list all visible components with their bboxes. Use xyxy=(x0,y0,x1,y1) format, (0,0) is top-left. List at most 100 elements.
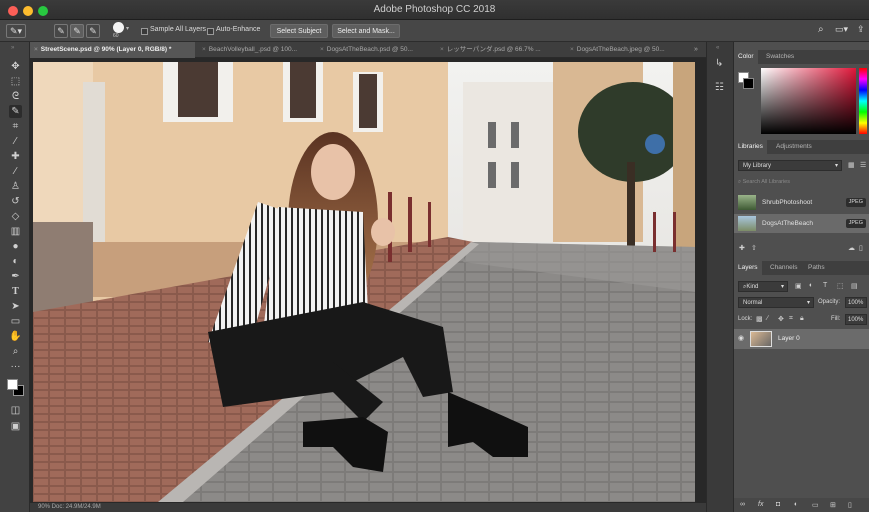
adjustment-layer-icon[interactable]: ◐ xyxy=(794,501,798,508)
library-item[interactable]: DogsAtTheBeach JPEG xyxy=(734,214,869,233)
lock-artboard-icon[interactable]: ⌗ xyxy=(789,315,793,323)
panel-collapse-icon[interactable]: « xyxy=(716,45,719,51)
search-placeholder: Search All Libraries xyxy=(742,179,790,185)
subtract-from-selection-icon[interactable]: ✎ xyxy=(86,24,100,38)
hue-slider[interactable] xyxy=(859,68,867,134)
link-layers-icon[interactable]: ∞ xyxy=(740,501,745,508)
clone-stamp-tool-icon[interactable]: ♙ xyxy=(9,180,22,193)
tab-dogsatthebeach-jpeg[interactable]: × DogsAtTheBeach.jpeg @ 50... xyxy=(566,42,692,58)
lasso-tool-icon[interactable]: ᘓ xyxy=(9,90,22,103)
tab-libraries[interactable]: Libraries xyxy=(734,140,767,154)
history-brush-tool-icon[interactable]: ↺ xyxy=(9,195,22,208)
new-selection-icon[interactable]: ✎ xyxy=(54,24,68,38)
tab-adjustments[interactable]: Adjustments xyxy=(772,140,816,154)
upload-icon[interactable]: ⇧ xyxy=(751,244,757,252)
tab-streetscene[interactable]: × StreetScene.psd @ 90% (Layer 0, RGB/8) … xyxy=(30,42,195,58)
more-tools-icon[interactable]: ··· xyxy=(9,360,22,373)
close-tab-icon[interactable]: × xyxy=(570,46,574,53)
street-scene-photo[interactable] xyxy=(33,62,695,502)
search-icon[interactable]: ⌕ xyxy=(818,24,824,35)
close-tab-icon[interactable]: × xyxy=(440,46,444,53)
tabs-overflow-icon[interactable]: » xyxy=(694,42,698,58)
add-to-selection-icon[interactable]: ✎ xyxy=(70,24,84,38)
type-tool-icon[interactable]: T xyxy=(9,285,22,298)
new-layer-icon[interactable]: ⊞ xyxy=(830,501,836,509)
lock-pixels-icon[interactable]: ∕ xyxy=(767,315,768,322)
path-selection-tool-icon[interactable]: ➤ xyxy=(9,300,22,313)
close-tab-icon[interactable]: × xyxy=(202,46,206,53)
trash-icon[interactable]: ▯ xyxy=(859,244,863,252)
pixel-layer-filter-icon[interactable]: ▣ xyxy=(795,282,802,290)
lock-position-icon[interactable]: ✥ xyxy=(778,315,784,323)
dodge-tool-icon[interactable]: ◐ xyxy=(9,255,22,268)
share-icon[interactable]: ⇪ xyxy=(857,24,865,35)
auto-enhance-checkbox[interactable] xyxy=(207,28,214,35)
fill-input[interactable]: 100% xyxy=(845,314,867,325)
select-and-mask-button[interactable]: Select and Mask... xyxy=(332,24,400,38)
brush-size-picker[interactable]: 60 ▾ xyxy=(110,22,132,40)
screen-mode-icon[interactable]: ▣ xyxy=(9,420,22,433)
toolbar-collapse-icon[interactable]: » xyxy=(11,45,14,51)
history-panel-icon[interactable]: ↳ xyxy=(715,58,723,69)
foreground-color-swatch[interactable] xyxy=(7,379,18,390)
smart-object-filter-icon[interactable]: ▤ xyxy=(851,282,858,290)
quick-mask-icon[interactable]: ◫ xyxy=(9,404,22,417)
new-group-icon[interactable]: ▭ xyxy=(812,501,819,509)
close-tab-icon[interactable]: × xyxy=(34,46,38,53)
tab-red-panda[interactable]: × レッサーパンダ.psd @ 66.7% ... xyxy=(436,42,564,58)
lock-transparency-icon[interactable]: ▩ xyxy=(756,315,763,323)
shape-tool-icon[interactable]: ▭ xyxy=(9,315,22,328)
layer-row[interactable]: ◉ Layer 0 xyxy=(734,329,869,349)
blur-tool-icon[interactable]: ● xyxy=(9,240,22,253)
move-tool-icon[interactable]: ✥ xyxy=(9,60,22,73)
library-select[interactable]: My Library ▾ xyxy=(738,160,842,171)
tab-channels[interactable]: Channels xyxy=(766,261,801,275)
shape-layer-filter-icon[interactable]: ⬚ xyxy=(837,282,844,290)
tab-beachvolleyball[interactable]: × BeachVolleyball_.psd @ 100... xyxy=(198,42,314,58)
close-tab-icon[interactable]: × xyxy=(320,46,324,53)
brush-tool-icon[interactable]: ∕ xyxy=(9,165,22,178)
eraser-tool-icon[interactable]: ◇ xyxy=(9,210,22,223)
select-subject-button[interactable]: Select Subject xyxy=(270,24,328,38)
pen-tool-icon[interactable]: ✒ xyxy=(9,270,22,283)
type-layer-filter-icon[interactable]: T xyxy=(823,282,827,289)
list-view-icon[interactable]: ☰ xyxy=(860,161,866,169)
quick-selection-tool-icon[interactable]: ✎ xyxy=(9,105,22,118)
quick-selection-preset-icon[interactable]: ✎▾ xyxy=(6,24,26,38)
library-name: My Library xyxy=(743,163,772,169)
delete-layer-icon[interactable]: ▯ xyxy=(848,501,852,509)
cloud-icon[interactable]: ☁ xyxy=(848,244,855,252)
library-search-input[interactable]: ⌕ Search All Libraries xyxy=(738,177,865,188)
sample-all-layers-checkbox[interactable] xyxy=(141,28,148,35)
grid-view-icon[interactable]: ▦ xyxy=(848,161,855,169)
properties-panel-icon[interactable]: ☷ xyxy=(715,82,724,93)
add-content-icon[interactable]: ✚ xyxy=(739,244,745,252)
opacity-input[interactable]: 100% xyxy=(845,297,867,308)
tab-layers[interactable]: Layers xyxy=(734,261,762,275)
layer-style-icon[interactable]: fx xyxy=(758,501,763,508)
auto-enhance-label: Auto-Enhance xyxy=(216,26,261,33)
tab-dogsatthebeach-psd[interactable]: × DogsAtTheBeach.psd @ 50... xyxy=(316,42,434,58)
background-swatch[interactable] xyxy=(743,78,754,89)
blend-mode-select[interactable]: Normal ▾ xyxy=(738,297,814,308)
tab-color[interactable]: Color xyxy=(734,50,758,64)
workspace-icon[interactable]: ▭▾ xyxy=(835,24,848,35)
marquee-tool-icon[interactable]: ⬚ xyxy=(9,75,22,88)
brush-preview-icon xyxy=(113,22,124,33)
lock-all-icon[interactable]: 🔒︎ xyxy=(800,315,804,323)
adjustment-layer-filter-icon[interactable]: ◐ xyxy=(809,282,813,289)
layer-kind-filter[interactable]: ⌕Kind ▾ xyxy=(738,281,788,292)
color-picker-field[interactable] xyxy=(761,68,856,134)
tab-swatches[interactable]: Swatches xyxy=(762,50,798,64)
zoom-tool-icon[interactable]: ⌕ xyxy=(9,345,22,358)
tab-paths[interactable]: Paths xyxy=(804,261,829,275)
library-item[interactable]: ShrubPhotoshoot JPEG xyxy=(734,193,869,212)
add-mask-icon[interactable]: ◘ xyxy=(776,501,780,508)
crop-tool-icon[interactable]: ⌗ xyxy=(9,120,22,133)
hand-tool-icon[interactable]: ✋ xyxy=(9,330,22,343)
gradient-tool-icon[interactable]: ▥ xyxy=(9,225,22,238)
eyedropper-tool-icon[interactable]: ⁄ xyxy=(9,135,22,148)
healing-brush-tool-icon[interactable]: ✚ xyxy=(9,150,22,163)
eye-icon[interactable]: ◉ xyxy=(738,334,744,342)
status-bar: 90% Doc: 24.9M/24.9M xyxy=(30,503,706,512)
